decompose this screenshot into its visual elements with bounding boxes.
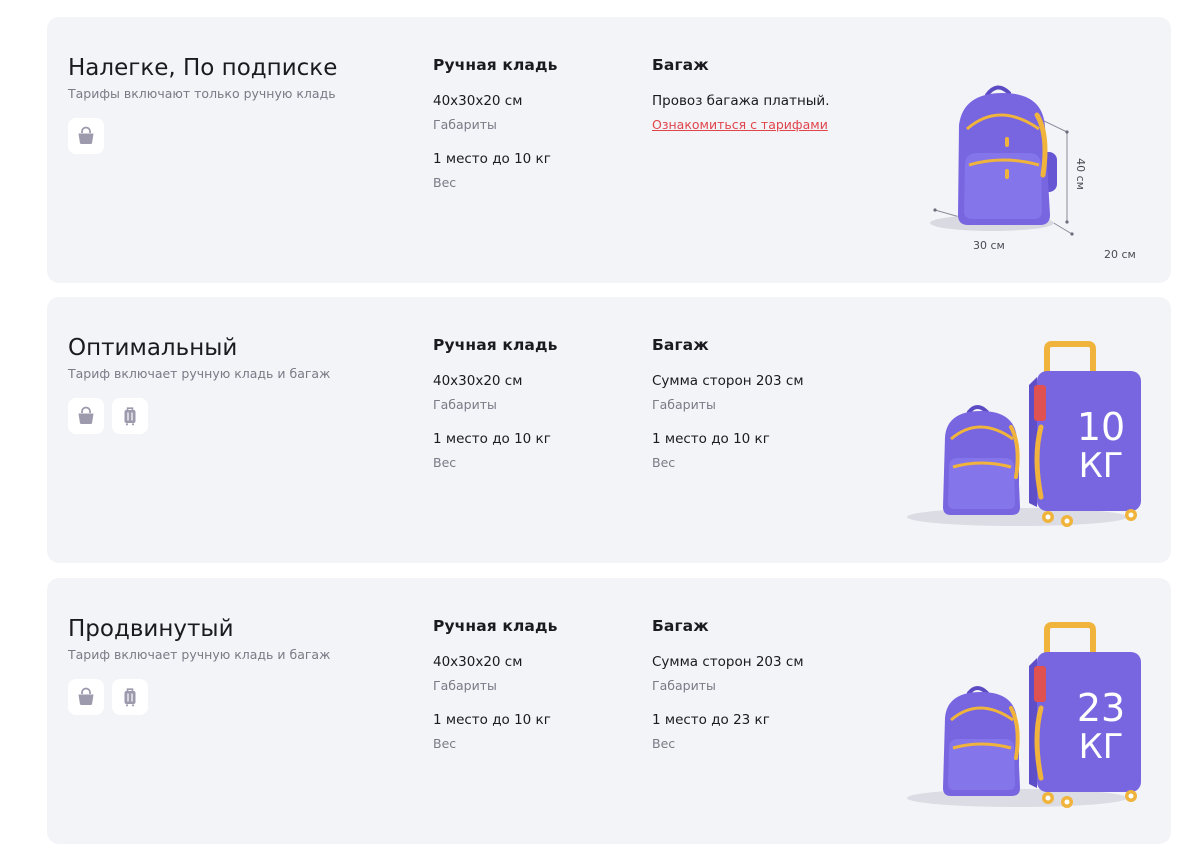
backpack-dimensions-illustration: 40 см 30 см 20 см <box>887 47 1147 272</box>
tariff-title: Оптимальный <box>68 335 238 361</box>
tariff-icons <box>68 398 148 434</box>
hand-size-label: Габариты <box>433 397 497 412</box>
suitcase-icon <box>112 398 148 434</box>
baggage-column: Багаж Провоз багажа платный. Ознакомитьс… <box>652 55 862 132</box>
tariff-card-advanced: Продвинутый Тариф включает ручную кладь … <box>47 578 1171 844</box>
tariff-subtitle: Тариф включает ручную кладь и багаж <box>68 647 331 662</box>
hand-luggage-column: Ручная кладь 40x30x20 см Габариты 1 мест… <box>433 616 643 751</box>
baggage-note: Провоз багажа платный. <box>652 93 830 109</box>
baggage-heading: Багаж <box>652 56 709 74</box>
baggage-weight-label: Вес <box>652 455 676 470</box>
hand-luggage-column: Ручная кладь 40x30x20 см Габариты 1 мест… <box>433 55 643 190</box>
hand-weight-value: 1 место до 10 кг <box>433 151 551 167</box>
backpack-dimensions-icon: 40 см 30 см 20 см <box>930 85 1136 261</box>
hand-bag-icon <box>68 679 104 715</box>
weight-number-label: 23 <box>1077 686 1125 730</box>
suitcase-backpack-illustration: 23 КГ <box>887 608 1147 833</box>
hand-luggage-heading: Ручная кладь <box>433 336 558 354</box>
baggage-weight-label: Вес <box>652 736 676 751</box>
tariff-title: Продвинутый <box>68 616 234 642</box>
tariff-icons <box>68 679 148 715</box>
tariff-icons <box>68 118 104 154</box>
weight-number-label: 10 <box>1077 405 1125 449</box>
hand-weight-value: 1 место до 10 кг <box>433 712 551 728</box>
hand-luggage-heading: Ручная кладь <box>433 56 558 74</box>
hand-size-value: 40x30x20 см <box>433 654 523 670</box>
baggage-column: Багаж Сумма сторон 203 см Габариты 1 мес… <box>652 616 862 751</box>
weight-unit-label: КГ <box>1079 727 1124 767</box>
hand-luggage-heading: Ручная кладь <box>433 617 558 635</box>
suitcase-icon <box>112 679 148 715</box>
baggage-size-label: Габариты <box>652 678 716 693</box>
baggage-column: Багаж Сумма сторон 203 см Габариты 1 мес… <box>652 335 862 470</box>
baggage-size-value: Сумма сторон 203 см <box>652 654 804 670</box>
baggage-weight-value: 1 место до 23 кг <box>652 712 770 728</box>
hand-weight-label: Вес <box>433 175 457 190</box>
hand-luggage-column: Ручная кладь 40x30x20 см Габариты 1 мест… <box>433 335 643 470</box>
hand-size-label: Габариты <box>433 117 497 132</box>
hand-weight-label: Вес <box>433 736 457 751</box>
tariff-subtitle: Тариф включает ручную кладь и багаж <box>68 366 331 381</box>
hand-size-value: 40x30x20 см <box>433 373 523 389</box>
hand-weight-label: Вес <box>433 455 457 470</box>
hand-size-value: 40x30x20 см <box>433 93 523 109</box>
suitcase-backpack-illustration: 10 КГ <box>887 327 1147 552</box>
width-dimension-label: 30 см <box>973 239 1005 252</box>
baggage-heading: Багаж <box>652 617 709 635</box>
baggage-size-value: Сумма сторон 203 см <box>652 373 804 389</box>
weight-unit-label: КГ <box>1079 446 1124 486</box>
tariff-card-light: Налегке, По подписке Тарифы включают тол… <box>47 17 1171 283</box>
baggage-size-label: Габариты <box>652 397 716 412</box>
hand-weight-value: 1 место до 10 кг <box>433 431 551 447</box>
hand-bag-icon <box>68 118 104 154</box>
hand-size-label: Габариты <box>433 678 497 693</box>
tariff-card-optimal: Оптимальный Тариф включает ручную кладь … <box>47 297 1171 563</box>
suitcase-and-backpack-icon: 23 КГ <box>907 622 1141 808</box>
tariff-title: Налегке, По подписке <box>68 55 338 81</box>
hand-bag-icon <box>68 398 104 434</box>
baggage-weight-value: 1 место до 10 кг <box>652 431 770 447</box>
height-dimension-label: 40 см <box>1074 158 1087 190</box>
suitcase-and-backpack-icon: 10 КГ <box>907 341 1141 527</box>
baggage-heading: Багаж <box>652 336 709 354</box>
depth-dimension-label: 20 см <box>1104 248 1136 261</box>
tariffs-link[interactable]: Ознакомиться с тарифами <box>652 116 828 133</box>
tariff-subtitle: Тарифы включают только ручную кладь <box>68 86 336 101</box>
